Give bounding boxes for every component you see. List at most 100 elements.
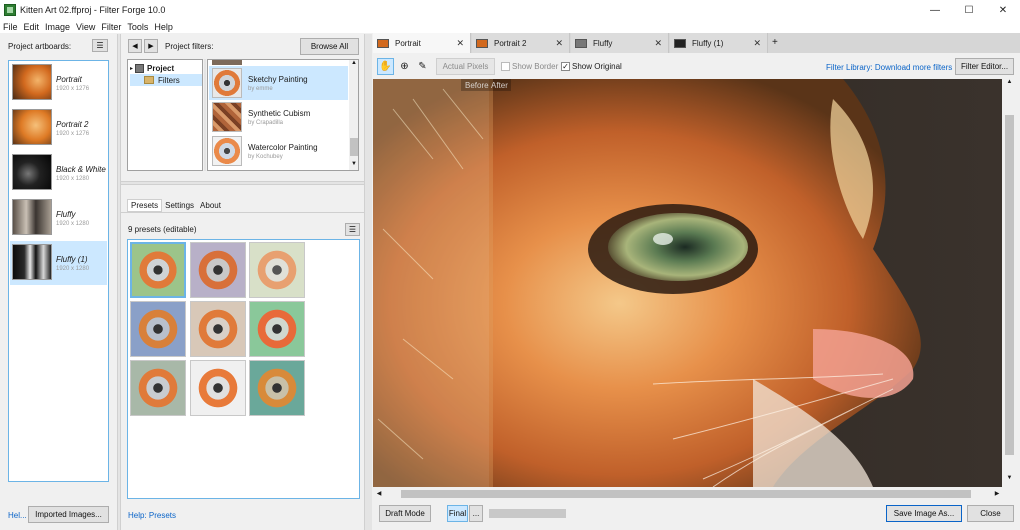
filter-editor-button[interactable]: Filter Editor... xyxy=(955,58,1014,75)
final-button[interactable]: Final xyxy=(447,505,468,522)
presets-menu-button[interactable]: ☰ xyxy=(345,223,360,236)
tab-settings[interactable]: Settings xyxy=(162,199,197,212)
canvas-vertical-scrollbar[interactable]: ▲ ▼ xyxy=(1003,79,1016,487)
window-controls: — ☐ ✕ xyxy=(918,0,1020,20)
actual-pixels-button[interactable]: Actual Pixels xyxy=(436,58,495,75)
artboards-menu-button[interactable]: ☰ xyxy=(92,39,108,52)
after-label[interactable]: After xyxy=(491,81,508,90)
filter-library-link[interactable]: Filter Library: Download more filters xyxy=(826,63,952,72)
menu-edit[interactable]: Edit xyxy=(24,22,40,32)
filter-item[interactable]: Synthetic Cubism by Crapadilla xyxy=(209,100,348,134)
save-image-as-button[interactable]: Save Image As... xyxy=(886,505,962,522)
help-link[interactable]: Hel... xyxy=(8,511,27,520)
filter-list-scrollbar[interactable]: ▲ ▼ xyxy=(349,60,358,170)
render-options-button[interactable]: ... xyxy=(469,505,483,522)
doc-tab-fluffy-1[interactable]: Fluffy (1) ✕ xyxy=(670,33,768,53)
artboard-item[interactable]: Black & White 1920 x 1280 xyxy=(10,151,107,195)
scrollbar-thumb[interactable] xyxy=(1005,115,1014,455)
close-icon[interactable]: ✕ xyxy=(753,38,761,49)
image-canvas[interactable]: Before After xyxy=(373,79,1002,487)
nav-forward-button[interactable]: ▶ xyxy=(144,39,158,53)
close-icon[interactable]: ✕ xyxy=(654,38,662,49)
filter-name: Synthetic Cubism xyxy=(248,109,311,118)
tab-about[interactable]: About xyxy=(197,199,224,212)
scroll-right-icon[interactable]: ▶ xyxy=(991,488,1003,500)
close-icon[interactable]: ✕ xyxy=(456,38,464,49)
artboard-item[interactable]: Portrait 1920 x 1276 xyxy=(10,61,107,105)
scroll-up-icon[interactable]: ▲ xyxy=(349,60,358,69)
tree-item-filters[interactable]: Filters xyxy=(130,74,202,86)
preset-thumbnail[interactable] xyxy=(190,360,246,416)
filter-item[interactable]: Watercolor Painting by Kochubey xyxy=(209,134,348,168)
folder-icon xyxy=(144,76,154,84)
filter-item-selected[interactable]: Sketchy Painting by emme xyxy=(209,66,348,100)
doc-tab-portrait[interactable]: Portrait ✕ xyxy=(373,33,471,53)
hand-icon: ✋ xyxy=(379,61,392,72)
filter-thumbnail xyxy=(212,102,242,132)
preset-thumbnail[interactable] xyxy=(130,360,186,416)
maximize-button[interactable]: ☐ xyxy=(952,0,986,20)
close-window-button[interactable]: ✕ xyxy=(986,0,1020,20)
expand-icon[interactable]: ▸ xyxy=(130,65,133,72)
artboard-thumbnail xyxy=(12,154,52,190)
zoom-tool-button[interactable]: ⊕ xyxy=(396,58,413,75)
artboard-item[interactable]: Fluffy 1920 x 1280 xyxy=(10,196,107,240)
before-label[interactable]: Before xyxy=(465,81,489,90)
filter-name: Sketchy Painting xyxy=(248,75,308,84)
add-tab-button[interactable]: + xyxy=(772,37,778,48)
menu-filter[interactable]: Filter xyxy=(101,22,121,32)
preset-thumbnail[interactable] xyxy=(130,242,186,298)
preset-thumbnail[interactable] xyxy=(190,242,246,298)
filter-item-partial xyxy=(212,60,242,65)
artboard-name: Black & White xyxy=(56,165,106,174)
nav-back-button[interactable]: ◀ xyxy=(128,39,142,53)
doc-tab-fluffy[interactable]: Fluffy ✕ xyxy=(571,33,669,53)
browse-all-button[interactable]: Browse All xyxy=(300,38,359,55)
close-icon[interactable]: ✕ xyxy=(555,38,563,49)
artboard-item[interactable]: Portrait 2 1920 x 1276 xyxy=(10,106,107,150)
artboard-thumbnail xyxy=(12,109,52,145)
scrollbar-thumb[interactable] xyxy=(350,138,358,156)
artboard-name: Portrait 2 xyxy=(56,120,89,129)
menu-tools[interactable]: Tools xyxy=(127,22,148,32)
artboard-size: 1920 x 1280 xyxy=(56,176,90,182)
preset-thumbnail[interactable] xyxy=(190,301,246,357)
menu-view[interactable]: View xyxy=(76,22,95,32)
artboard-name: Fluffy (1) xyxy=(56,255,88,264)
close-button[interactable]: Close xyxy=(967,505,1014,522)
tab-presets[interactable]: Presets xyxy=(127,199,163,212)
image-icon xyxy=(575,38,587,48)
artboard-size: 1920 x 1276 xyxy=(56,131,90,137)
artboard-thumbnail xyxy=(12,199,52,235)
artboard-item-selected[interactable]: Fluffy (1) 1920 x 1280 xyxy=(10,241,107,285)
scroll-down-icon[interactable]: ▼ xyxy=(1003,475,1016,487)
show-border-checkbox[interactable] xyxy=(501,62,510,71)
draft-mode-button[interactable]: Draft Mode xyxy=(379,505,431,522)
canvas-horizontal-scrollbar[interactable]: ◀ ▶ xyxy=(373,488,1003,500)
left-panel-divider[interactable] xyxy=(117,34,121,530)
middle-panel-divider[interactable] xyxy=(364,34,372,530)
tree-divider[interactable] xyxy=(204,59,206,171)
eyedropper-tool-button[interactable]: ✎ xyxy=(414,58,431,75)
scroll-left-icon[interactable]: ◀ xyxy=(373,488,385,500)
image-icon xyxy=(674,38,686,48)
scroll-up-icon[interactable]: ▲ xyxy=(1003,79,1016,91)
menu-help[interactable]: Help xyxy=(154,22,173,32)
imported-images-button[interactable]: Imported Images... xyxy=(28,506,109,523)
help-presets-link[interactable]: Help: Presets xyxy=(128,511,176,520)
show-original-checkbox[interactable]: ✓ xyxy=(561,62,570,71)
preset-thumbnail[interactable] xyxy=(249,360,305,416)
tree-item-project[interactable]: ▸ Project xyxy=(130,62,174,74)
list-menu-icon: ☰ xyxy=(348,225,357,234)
filters-presets-divider[interactable] xyxy=(121,181,364,185)
preset-thumbnail[interactable] xyxy=(130,301,186,357)
preset-thumbnail[interactable] xyxy=(249,242,305,298)
scrollbar-thumb[interactable] xyxy=(401,490,971,498)
preset-thumbnail[interactable] xyxy=(249,301,305,357)
scroll-down-icon[interactable]: ▼ xyxy=(349,161,358,170)
menu-file[interactable]: File xyxy=(3,22,18,32)
doc-tab-portrait-2[interactable]: Portrait 2 ✕ xyxy=(472,33,570,53)
menu-image[interactable]: Image xyxy=(45,22,70,32)
minimize-button[interactable]: — xyxy=(918,0,952,20)
hand-tool-button[interactable]: ✋ xyxy=(377,58,394,75)
